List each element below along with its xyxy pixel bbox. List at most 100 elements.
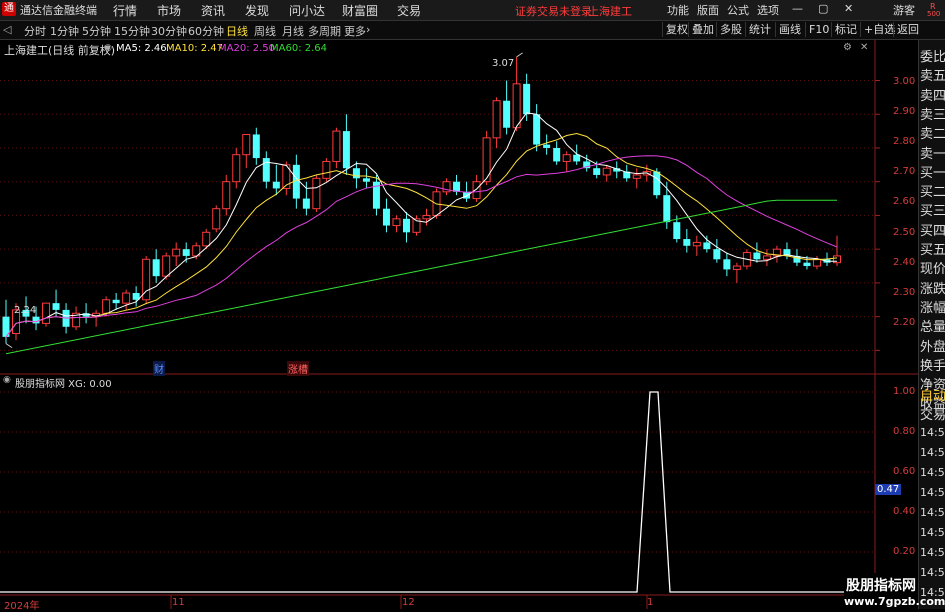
period-weekly[interactable]: 周线: [254, 23, 276, 39]
menu-item-discover[interactable]: 发现: [245, 2, 269, 19]
candle-body: [222, 181, 231, 210]
close-icon[interactable]: ✕: [844, 2, 853, 15]
side-panel-label: 卖五: [920, 69, 945, 85]
side-panel-label: 卖二: [920, 127, 945, 143]
event-finance-marker[interactable]: 财: [153, 361, 165, 376]
candle-body: [812, 258, 821, 267]
side-panel-label: 涨幅: [920, 300, 945, 316]
menu-item-options[interactable]: 选项: [757, 2, 779, 18]
candle-body: [472, 181, 481, 200]
price-tick: 2.80: [893, 136, 916, 147]
trade-label[interactable]: 交易: [920, 404, 945, 423]
button-overlay[interactable]: 叠加: [688, 22, 717, 37]
candle-body: [322, 160, 331, 179]
candle-body: [382, 208, 390, 226]
candle-body: [392, 218, 401, 227]
candle-body: [52, 303, 60, 310]
menu-item-assistant[interactable]: 问小达: [289, 2, 325, 19]
button-stats[interactable]: 统计: [745, 22, 774, 37]
menu-item-trade[interactable]: 交易: [397, 2, 421, 19]
date-tick: 12: [402, 597, 415, 608]
button-multi-stock[interactable]: 多股: [716, 22, 745, 37]
button-f10[interactable]: F10: [805, 22, 832, 37]
candle-body: [362, 178, 370, 182]
side-panel-label: 总量: [920, 320, 945, 336]
candle-body: [202, 231, 211, 247]
trade-time: 14:56: [920, 546, 945, 559]
candle-body: [703, 242, 711, 250]
low-pointer: [5, 343, 13, 349]
event-limitup-marker[interactable]: 涨槽: [287, 361, 309, 376]
period-intraday[interactable]: 分时: [24, 23, 46, 39]
candle-body: [602, 167, 611, 176]
watermark: 股朋指标网 www.7gpzb.com: [844, 573, 945, 609]
candle-body: [312, 177, 321, 210]
stock-name-title: 上海建工: [588, 5, 632, 18]
menu-item-news[interactable]: 资讯: [201, 2, 225, 19]
minimize-icon[interactable]: —: [792, 2, 803, 15]
date-tick: 2024年: [4, 601, 40, 612]
price-tick: 3.00: [893, 76, 916, 87]
candle-body: [122, 292, 131, 304]
candle-body: [102, 299, 111, 314]
candle-body: [422, 214, 431, 220]
menu-item-market[interactable]: 市场: [157, 2, 181, 19]
period-daily[interactable]: 日线: [226, 23, 248, 39]
period-1min[interactable]: 1分钟: [50, 23, 79, 39]
date-tick: 1: [647, 597, 654, 608]
candle-body: [653, 171, 661, 196]
candle-body: [632, 174, 641, 179]
button-draw[interactable]: 画线: [775, 22, 804, 37]
candle-body: [713, 249, 721, 260]
period-60min[interactable]: 60分钟: [188, 23, 224, 39]
app-name: 通达信金融终端: [20, 4, 97, 17]
collapse-icon[interactable]: ◁: [3, 23, 11, 36]
auto-trade-label[interactable]: 自动: [920, 385, 945, 404]
button-back[interactable]: 返回: [893, 22, 922, 37]
indicator-settings-icon[interactable]: ◉: [3, 375, 11, 385]
candle-body: [352, 168, 360, 179]
candle-body: [593, 168, 601, 175]
period-15min[interactable]: 15分钟: [114, 23, 150, 39]
period-more[interactable]: 更多: [344, 23, 366, 39]
period-multi[interactable]: 多周期: [308, 23, 341, 39]
button-adjust[interactable]: 复权: [662, 22, 691, 37]
menu-item-function[interactable]: 功能: [667, 2, 689, 18]
menu-item-layout[interactable]: 版面: [697, 2, 719, 18]
candle-body: [402, 218, 410, 233]
ma10-line: [5, 132, 838, 338]
period-5min[interactable]: 5分钟: [82, 23, 111, 39]
trade-time: 14:56: [920, 486, 945, 499]
menu-item-formula[interactable]: 公式: [727, 2, 749, 18]
trade-time: 14:56: [920, 426, 945, 439]
side-panel-label: 委比: [920, 50, 945, 65]
side-panel-label: 卖三: [920, 107, 945, 123]
trade-time: 14:56: [920, 446, 945, 459]
candle-body: [302, 198, 310, 209]
level-500-label: 500: [927, 10, 941, 18]
user-label[interactable]: 游客: [893, 2, 915, 18]
kline-chart[interactable]: [0, 40, 918, 609]
button-mark[interactable]: 标记: [831, 22, 860, 37]
side-panel-label: 买三: [920, 204, 945, 220]
trade-time: 14:56: [920, 466, 945, 479]
candle-body: [553, 147, 561, 162]
menu-item-wealth[interactable]: 财富圈: [342, 2, 378, 19]
indicator-tick: 0.80: [893, 426, 916, 437]
candle-body: [232, 154, 241, 183]
candle-body: [212, 208, 221, 230]
candle-body: [492, 100, 501, 139]
indicator-title: 股朋指标网 XG: 0.00: [15, 379, 112, 390]
restore-icon[interactable]: ▢: [818, 2, 828, 15]
candle-body: [332, 130, 341, 162]
candle-body: [543, 144, 551, 148]
candle-body: [533, 114, 541, 145]
candle-body: [463, 191, 471, 199]
candle-body: [803, 262, 811, 267]
period-monthly[interactable]: 月线: [282, 23, 304, 39]
period-30min[interactable]: 30分钟: [151, 23, 187, 39]
more-chevron-icon[interactable]: ›: [366, 23, 370, 36]
candle-body: [683, 239, 691, 246]
menu-item-quotes[interactable]: 行情: [113, 2, 137, 19]
side-panel-label: 现价: [920, 262, 945, 278]
